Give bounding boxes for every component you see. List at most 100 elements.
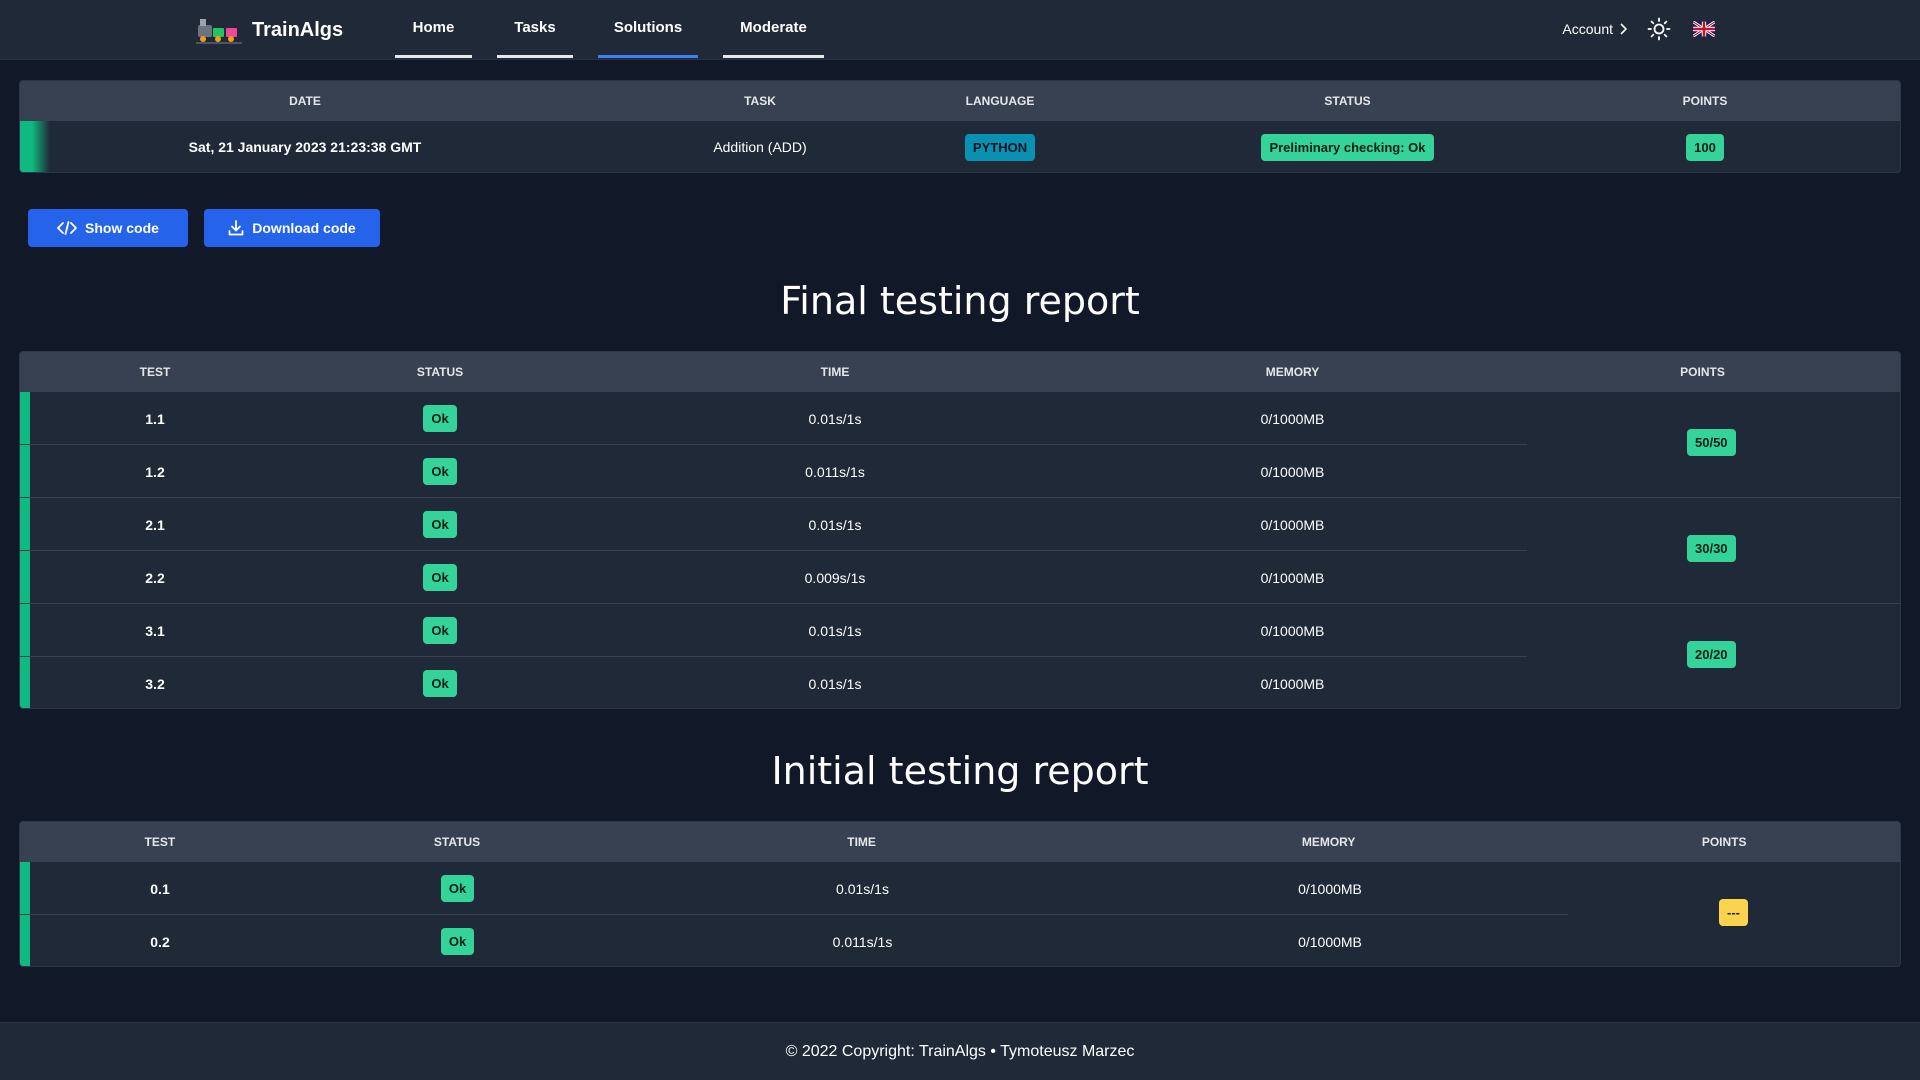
download-code-label: Download code: [252, 220, 356, 236]
points-badge: 100: [1686, 133, 1724, 161]
test-number: 2.1: [145, 516, 165, 533]
show-code-button[interactable]: Show code: [28, 209, 188, 247]
code-icon: [57, 221, 78, 235]
group-divider: [20, 603, 1900, 604]
test-number: 1.1: [145, 410, 165, 427]
group-divider: [20, 497, 1900, 498]
header-points: POINTS: [1680, 365, 1725, 379]
test-time: 0.011s/1s: [832, 933, 893, 950]
final-report-table: TEST STATUS TIME MEMORY POINTS 1.1 Ok 0.…: [19, 351, 1901, 709]
row-status-accent: [20, 551, 30, 604]
table-row[interactable]: 0.2 Ok 0.011s/1s 0/1000MB: [20, 915, 1900, 966]
brand[interactable]: TrainAlgs: [196, 14, 343, 46]
header-time: TIME: [847, 835, 876, 849]
row-status-accent: [20, 604, 30, 657]
initial-report-table: TEST STATUS TIME MEMORY POINTS 0.1 Ok 0.…: [19, 821, 1901, 967]
download-icon: [228, 220, 244, 236]
test-number: 2.2: [145, 569, 165, 586]
row-status-accent: [20, 657, 30, 708]
test-status-badge: Ok: [423, 617, 457, 644]
header-language: LANGUAGE: [965, 94, 1035, 108]
nav-solutions[interactable]: Solutions: [598, 0, 698, 58]
header-task: TASK: [744, 94, 776, 108]
test-time: 0.01s/1s: [808, 622, 862, 639]
test-number: 0.2: [150, 933, 170, 950]
header-date: DATE: [289, 94, 321, 108]
final-report-body: 1.1 Ok 0.01s/1s 0/1000MB 1.2 Ok 0.011s/1…: [20, 392, 1900, 708]
submission-task: Addition (ADD): [713, 139, 807, 155]
submission-date: Sat, 21 January 2023 21:23:38 GMT: [188, 139, 422, 155]
initial-report-title: Initial testing report: [771, 749, 1149, 793]
table-row[interactable]: 3.1 Ok 0.01s/1s 0/1000MB: [20, 604, 1900, 657]
initial-report-header: TEST STATUS TIME MEMORY POINTS: [20, 822, 1900, 862]
account-menu[interactable]: Account: [1562, 21, 1627, 37]
submission-summary-table: DATE TASK LANGUAGE STATUS POINTS Sat, 21…: [19, 80, 1901, 173]
test-memory: 0/1000MB: [1260, 675, 1325, 692]
row-divider: [20, 914, 1568, 915]
status-badge: Preliminary checking: Ok: [1261, 133, 1434, 161]
final-report-header: TEST STATUS TIME MEMORY POINTS: [20, 352, 1900, 392]
row-divider: [20, 550, 1527, 551]
test-number: 3.2: [145, 675, 165, 692]
header-status: STATUS: [433, 835, 481, 849]
header-memory: MEMORY: [1301, 835, 1356, 849]
table-row[interactable]: 0.1 Ok 0.01s/1s 0/1000MB: [20, 862, 1900, 915]
test-memory: 0/1000MB: [1260, 516, 1325, 533]
row-divider: [20, 656, 1527, 657]
row-status-accent: [20, 445, 30, 498]
group-points-badge: 30/30: [1687, 535, 1736, 562]
sun-icon[interactable]: [1647, 17, 1671, 41]
table-row[interactable]: 2.1 Ok 0.01s/1s 0/1000MB: [20, 498, 1900, 551]
nav-tasks[interactable]: Tasks: [497, 0, 573, 58]
header-time: TIME: [820, 365, 850, 379]
test-time: 0.01s/1s: [808, 410, 862, 427]
test-time: 0.009s/1s: [804, 569, 866, 586]
initial-report-body: 0.1 Ok 0.01s/1s 0/1000MB 0.2 Ok 0.011s/1…: [20, 862, 1900, 966]
download-code-button[interactable]: Download code: [204, 209, 380, 247]
group-points-badge: 50/50: [1687, 429, 1736, 456]
copyright-text: © 2022 Copyright: TrainAlgs • Tymoteusz …: [785, 1042, 1135, 1060]
test-status-badge: Ok: [440, 875, 475, 902]
header-points: POINTS: [1682, 94, 1728, 108]
header-points: POINTS: [1701, 835, 1747, 849]
account-label: Account: [1562, 21, 1613, 37]
summary-row[interactable]: Sat, 21 January 2023 21:23:38 GMT Additi…: [20, 121, 1900, 172]
test-status-badge: Ok: [423, 511, 457, 538]
test-time: 0.01s/1s: [808, 516, 862, 533]
test-time: 0.01s/1s: [808, 675, 862, 692]
test-memory: 0/1000MB: [1298, 933, 1362, 950]
test-memory: 0/1000MB: [1260, 622, 1325, 639]
final-report-title: Final testing report: [780, 279, 1140, 323]
test-memory: 0/1000MB: [1260, 463, 1325, 480]
train-logo-icon: [196, 19, 242, 44]
test-status-badge: Ok: [440, 928, 475, 955]
table-row[interactable]: 1.1 Ok 0.01s/1s 0/1000MB: [20, 392, 1900, 445]
summary-header: DATE TASK LANGUAGE STATUS POINTS: [20, 81, 1900, 121]
brand-name: TrainAlgs: [252, 18, 344, 41]
top-navbar: TrainAlgs Home Tasks Solutions Moderate …: [0, 0, 1920, 60]
table-row[interactable]: 3.2 Ok 0.01s/1s 0/1000MB: [20, 657, 1900, 708]
header-memory: MEMORY: [1265, 365, 1320, 379]
group-points-badge: ---: [1719, 899, 1748, 926]
test-number: 0.1: [150, 880, 170, 897]
table-row[interactable]: 2.2 Ok 0.009s/1s 0/1000MB: [20, 551, 1900, 604]
test-status-badge: Ok: [423, 405, 457, 432]
language-badge: PYTHON: [964, 133, 1036, 161]
test-number: 1.2: [145, 463, 165, 480]
table-row[interactable]: 1.2 Ok 0.011s/1s 0/1000MB: [20, 445, 1900, 498]
test-memory: 0/1000MB: [1260, 410, 1325, 427]
row-status-accent: [20, 498, 30, 551]
test-memory: 0/1000MB: [1260, 569, 1325, 586]
show-code-label: Show code: [85, 220, 159, 236]
uk-flag-icon[interactable]: [1693, 21, 1715, 37]
row-status-accent: [20, 862, 30, 915]
header-test: TEST: [139, 365, 171, 379]
test-status-badge: Ok: [423, 670, 457, 697]
row-divider: [20, 444, 1527, 445]
nav-moderate[interactable]: Moderate: [723, 0, 824, 58]
footer: © 2022 Copyright: TrainAlgs • Tymoteusz …: [0, 1022, 1920, 1080]
nav-right: Account: [1562, 0, 1715, 58]
test-status-badge: Ok: [423, 458, 457, 485]
nav-home[interactable]: Home: [395, 0, 472, 58]
row-status-accent: [20, 915, 30, 966]
